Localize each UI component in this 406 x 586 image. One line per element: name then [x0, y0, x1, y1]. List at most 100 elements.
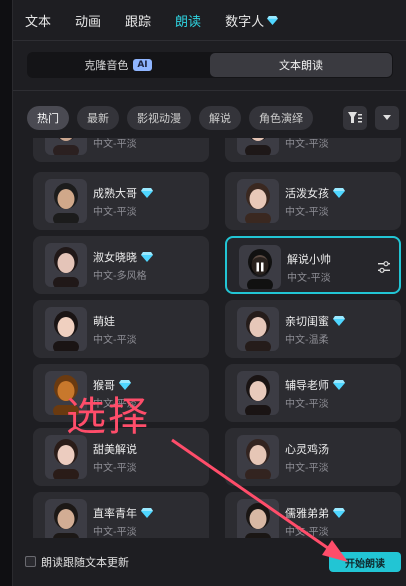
left-edge-strip [0, 0, 12, 586]
clone-voice-label: 克隆音色 [84, 59, 129, 72]
voice-name-text: 萌娃 [93, 315, 115, 328]
voice-name: 萌娃 [93, 313, 115, 329]
chip-hot[interactable]: 热门 [27, 106, 69, 130]
text-to-speech-option[interactable]: 文本朗读 [210, 53, 392, 77]
diamond-icon [333, 508, 345, 518]
chip-label: 角色演绎 [259, 112, 303, 125]
voice-name-text: 活泼女孩 [285, 187, 329, 200]
voice-card[interactable]: 猴哥 中文-平淡 [33, 364, 209, 422]
voice-name-text: 亲切闺蜜 [285, 315, 329, 328]
voice-card[interactable]: 活泼女孩中文-平淡 [225, 172, 401, 230]
diamond-icon [119, 380, 131, 390]
chip-label: 解说 [209, 112, 231, 125]
voice-style: 中文-平淡 [93, 139, 137, 150]
tts-label: 文本朗读 [279, 59, 323, 72]
voice-name: 成熟大哥 [93, 185, 153, 201]
voice-style: 中文-平淡 [285, 527, 329, 538]
chip-latest[interactable]: 最新 [77, 106, 119, 130]
voice-style: 中文-平淡 [285, 139, 329, 150]
voice-name-text: 直率青年 [93, 507, 137, 520]
tab-read-aloud[interactable]: 朗读 [175, 11, 201, 30]
voice-grid: 中文-平淡 中文-平淡 成熟大哥 中文-平淡 活泼女孩 中文-平淡 淑女晓晓 中文-多风格 解说… [33, 138, 401, 538]
voice-style: 中文-多风格 [93, 271, 147, 282]
voice-name: 解说小帅 [287, 251, 331, 267]
voice-source-toggle: 克隆音色 AI 文本朗读 [27, 52, 393, 78]
tab-tracking[interactable]: 跟踪 [125, 11, 151, 30]
tab-label: 跟踪 [125, 14, 152, 30]
voice-avatar [237, 499, 279, 538]
voice-card[interactable]: 成熟大哥中文-平淡 [33, 172, 209, 230]
chevron-down-icon [383, 115, 391, 120]
tabs-divider [13, 40, 406, 41]
diamond-icon [141, 188, 153, 198]
voice-avatar [45, 138, 87, 155]
voice-name-text: 辅导老师 [285, 379, 329, 392]
tab-text[interactable]: 文本 [25, 11, 51, 30]
tab-digital-human[interactable]: 数字人 [225, 11, 278, 30]
voice-name: 猴哥 [93, 377, 131, 393]
top-tabs: 文本 动画 跟踪 朗读 数字人 [13, 0, 406, 40]
voice-card[interactable]: 辅导老师中文-平淡 [225, 364, 401, 422]
voice-name: 淑女晓晓 [93, 249, 153, 265]
voice-style: 中文-平淡 [285, 399, 329, 410]
voice-settings-icon[interactable] [377, 260, 391, 274]
diamond-icon [267, 15, 278, 25]
voice-style: 中文-平淡 [93, 527, 137, 538]
tts-panel: 文本 动画 跟踪 朗读 数字人 克隆音色 AI 文本朗读 热门 最新 影视动漫 … [12, 0, 406, 586]
tab-animation[interactable]: 动画 [75, 11, 101, 30]
voice-card[interactable]: 亲切闺蜜中文-温柔 [225, 300, 401, 358]
voice-name: 儒雅弟弟 [285, 505, 345, 521]
ai-badge: AI [133, 59, 152, 71]
voice-card[interactable]: 中文-平淡 [225, 138, 401, 162]
pause-icon [250, 257, 270, 277]
voice-name-text: 猴哥 [93, 379, 115, 392]
voice-card[interactable]: 中文-平淡 [33, 138, 209, 162]
voice-style: 中文-平淡 [93, 207, 137, 218]
voice-avatar [45, 435, 87, 479]
voice-name: 亲切闺蜜 [285, 313, 345, 329]
section-divider [13, 90, 406, 91]
voice-name-text: 心灵鸡汤 [285, 443, 329, 456]
chip-role-play[interactable]: 角色演绎 [249, 106, 313, 130]
more-categories-button[interactable] [375, 106, 399, 130]
voice-avatar [45, 243, 87, 287]
tab-label: 动画 [75, 14, 102, 30]
chip-narration[interactable]: 解说 [199, 106, 241, 130]
voice-avatar [45, 307, 87, 351]
voice-avatar [239, 245, 281, 289]
diamond-icon [141, 252, 153, 262]
voice-style: 中文-平淡 [93, 335, 137, 346]
voice-style: 中文-平淡 [285, 207, 329, 218]
tab-label: 文本 [25, 14, 52, 30]
voice-card[interactable]: 解说小帅中文-平淡 [225, 236, 401, 294]
voice-card[interactable]: 直率青年中文-平淡 [33, 492, 209, 538]
follow-text-checkbox[interactable] [25, 556, 36, 567]
voice-card[interactable]: 萌娃中文-平淡 [33, 300, 209, 358]
voice-card[interactable]: 儒雅弟弟中文-平淡 [225, 492, 401, 538]
voice-name: 甜美解说 [93, 441, 137, 457]
voice-card[interactable]: 淑女晓晓中文-多风格 [33, 236, 209, 294]
clone-voice-option[interactable]: 克隆音色 AI [27, 52, 209, 78]
voice-avatar [237, 435, 279, 479]
voice-card[interactable]: 甜美解说 中文-平淡 [33, 428, 209, 486]
voice-avatar [237, 138, 279, 155]
voice-style: 中文-平淡 [287, 273, 331, 284]
voice-name-text: 解说小帅 [287, 253, 331, 266]
voice-name: 心灵鸡汤 [285, 441, 329, 457]
diamond-icon [333, 316, 345, 326]
voice-avatar [237, 371, 279, 415]
voice-name-text: 甜美解说 [93, 443, 137, 456]
voice-avatar [45, 179, 87, 223]
voice-card[interactable]: 心灵鸡汤 中文-平淡 [225, 428, 401, 486]
chip-label: 热门 [37, 112, 59, 125]
diamond-icon [141, 508, 153, 518]
filter-button[interactable] [343, 106, 367, 130]
voice-avatar [237, 307, 279, 351]
voice-avatar [45, 499, 87, 538]
play-overlay[interactable] [239, 245, 281, 289]
voice-style: 中文-温柔 [285, 335, 329, 346]
chip-film-anime[interactable]: 影视动漫 [127, 106, 191, 130]
voice-avatar [237, 179, 279, 223]
bottom-bar: 朗读跟随文本更新 开始朗读 [13, 544, 406, 586]
start-reading-button[interactable]: 开始朗读 [329, 552, 401, 572]
